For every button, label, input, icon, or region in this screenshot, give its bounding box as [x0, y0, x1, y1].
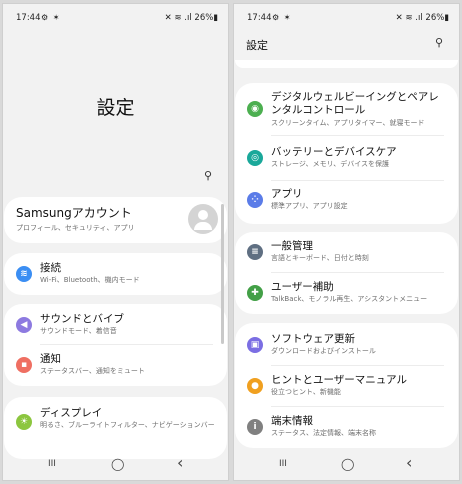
home-button[interactable]: ◯ — [341, 457, 354, 471]
account-title: Samsungアカウント — [16, 206, 132, 220]
item-title: 一般管理 — [271, 240, 313, 252]
settings-item-accessibility[interactable]: ✚ ユーザー補助 TalkBack、モノラル再生、アシスタントメニュー — [235, 273, 458, 313]
general-management-icon: ≡ — [247, 244, 263, 260]
item-subtitle: ステータス、法定情報、端末名称 — [271, 429, 376, 437]
navigation-bar: III ◯ ‹ — [3, 450, 228, 480]
item-subtitle: 標準アプリ、アプリ設定 — [271, 202, 348, 210]
device-care-icon: ◎ — [247, 150, 263, 166]
status-right-icons: ✕ ≋ .ıl 26%▮ — [395, 13, 449, 23]
settings-item-connections[interactable]: ≋ 接続 Wi-Fi、Bluetooth、機内モード — [4, 253, 227, 295]
status-time: 17:44 — [16, 13, 41, 23]
status-time: 17:44 — [247, 13, 272, 23]
header-title: 設定 — [246, 39, 268, 52]
tips-icon: ● — [247, 378, 263, 394]
recents-button[interactable]: III — [279, 459, 287, 469]
settings-item-battery-device-care[interactable]: ◎ バッテリーとデバイスケア ストレージ、メモリ、デバイスを保護 — [235, 136, 458, 180]
item-subtitle: ステータスバー、通知をミュート — [40, 367, 145, 375]
scrollbar[interactable] — [221, 204, 224, 344]
settings-item-display[interactable]: ☀ ディスプレイ 明るさ、ブルーライトフィルター、ナビゲーションバー — [4, 397, 227, 449]
sound-notification-card: ◀ サウンドとバイブ サウンドモード、着信音 ▪ 通知 ステータスバー、通知をミ… — [4, 304, 227, 386]
avatar-icon[interactable] — [188, 204, 218, 234]
item-title: ユーザー補助 — [271, 281, 334, 293]
item-title: 接続 — [40, 262, 61, 274]
settings-item-software-update[interactable]: ▣ ソフトウェア更新 ダウンロードおよびインストール — [235, 323, 458, 364]
software-tips-about-card: ▣ ソフトウェア更新 ダウンロードおよびインストール ● ヒントとユーザーマニュ… — [235, 323, 458, 448]
status-right-icons: ✕ ≋ .ıl 26%▮ — [164, 13, 218, 23]
connections-card: ≋ 接続 Wi-Fi、Bluetooth、機内モード — [4, 253, 227, 295]
item-subtitle: ダウンロードおよびインストール — [271, 347, 376, 355]
settings-item-digital-wellbeing[interactable]: ◉ デジタルウェルビーイングとペアレンタルコントロール スクリーンタイム、アプリ… — [235, 83, 458, 135]
wellbeing-battery-apps-card: ◉ デジタルウェルビーイングとペアレンタルコントロール スクリーンタイム、アプリ… — [235, 83, 458, 224]
general-accessibility-card: ≡ 一般管理 言語とキーボード、日付と時刻 ✚ ユーザー補助 TalkBack、… — [235, 232, 458, 314]
notification-icon: ▪ — [16, 357, 32, 373]
status-left-icons: ⚙ ✶ — [272, 13, 292, 22]
brightness-icon: ☀ — [16, 414, 32, 430]
settings-screen-top: 17:44 ⚙ ✶ ✕ ≋ .ıl 26%▮ 設定 ⚲ Samsungアカウント… — [2, 3, 229, 481]
settings-item-notifications[interactable]: ▪ 通知 ステータスバー、通知をミュート — [4, 345, 227, 385]
page-title: 設定 — [96, 97, 135, 119]
item-title: 通知 — [40, 353, 61, 365]
software-update-icon: ▣ — [247, 337, 263, 353]
settings-item-about-phone[interactable]: i 端末情報 ステータス、法定情報、端末名称 — [235, 407, 458, 447]
item-title: デジタルウェルビーイングとペアレンタルコントロール — [271, 91, 439, 116]
item-title: ソフトウェア更新 — [271, 333, 355, 345]
wifi-icon: ≋ — [16, 266, 32, 282]
search-icon[interactable]: ⚲ — [204, 169, 212, 182]
account-subtitle: プロフィール、セキュリティ、アプリ — [16, 224, 135, 232]
settings-item-sound[interactable]: ◀ サウンドとバイブ サウンドモード、着信音 — [4, 304, 227, 344]
apps-icon: ⁘ — [247, 192, 263, 208]
settings-item-apps[interactable]: ⁘ アプリ 標準アプリ、アプリ設定 — [235, 181, 458, 223]
item-title: バッテリーとデバイスケア — [271, 146, 397, 158]
item-subtitle: 役立つヒント、新機能 — [271, 388, 341, 396]
item-subtitle: 言語とキーボード、日付と時刻 — [271, 254, 369, 262]
item-title: アプリ — [271, 188, 303, 200]
item-subtitle: Wi-Fi、Bluetooth、機内モード — [40, 276, 140, 284]
previous-card-edge — [235, 60, 458, 68]
search-icon[interactable]: ⚲ — [435, 36, 443, 49]
settings-item-general-management[interactable]: ≡ 一般管理 言語とキーボード、日付と時刻 — [235, 232, 458, 272]
item-title: ヒントとユーザーマニュアル — [271, 374, 407, 386]
item-title: ディスプレイ — [40, 407, 103, 419]
item-subtitle: TalkBack、モノラル再生、アシスタントメニュー — [271, 295, 428, 303]
settings-item-tips-manual[interactable]: ● ヒントとユーザーマニュアル 役立つヒント、新機能 — [235, 366, 458, 406]
status-left-icons: ⚙ ✶ — [41, 13, 61, 22]
status-bar: 17:44 ⚙ ✶ ✕ ≋ .ıl 26%▮ — [16, 13, 218, 27]
samsung-account-card[interactable]: Samsungアカウント プロフィール、セキュリティ、アプリ — [4, 197, 227, 243]
info-icon: i — [247, 419, 263, 435]
sound-icon: ◀ — [16, 317, 32, 333]
accessibility-icon: ✚ — [247, 285, 263, 301]
navigation-bar: III ◯ ‹ — [234, 450, 459, 480]
item-title: 端末情報 — [271, 415, 313, 427]
recents-button[interactable]: III — [48, 459, 56, 469]
item-title: サウンドとバイブ — [40, 313, 124, 325]
item-subtitle: スクリーンタイム、アプリタイマー、就寝モード — [271, 119, 425, 127]
status-bar: 17:44 ⚙ ✶ ✕ ≋ .ıl 26%▮ — [247, 13, 449, 27]
item-subtitle: ストレージ、メモリ、デバイスを保護 — [271, 160, 390, 168]
back-button[interactable]: ‹ — [177, 453, 183, 472]
home-button[interactable]: ◯ — [111, 457, 124, 471]
settings-screen-scrolled: 17:44 ⚙ ✶ ✕ ≋ .ıl 26%▮ 設定 ⚲ ◉ デジタルウェルビーイ… — [233, 3, 460, 481]
item-subtitle: サウンドモード、着信音 — [40, 327, 117, 335]
item-subtitle: 明るさ、ブルーライトフィルター、ナビゲーションバー — [40, 421, 215, 429]
back-button[interactable]: ‹ — [406, 453, 412, 472]
wellbeing-icon: ◉ — [247, 101, 263, 117]
